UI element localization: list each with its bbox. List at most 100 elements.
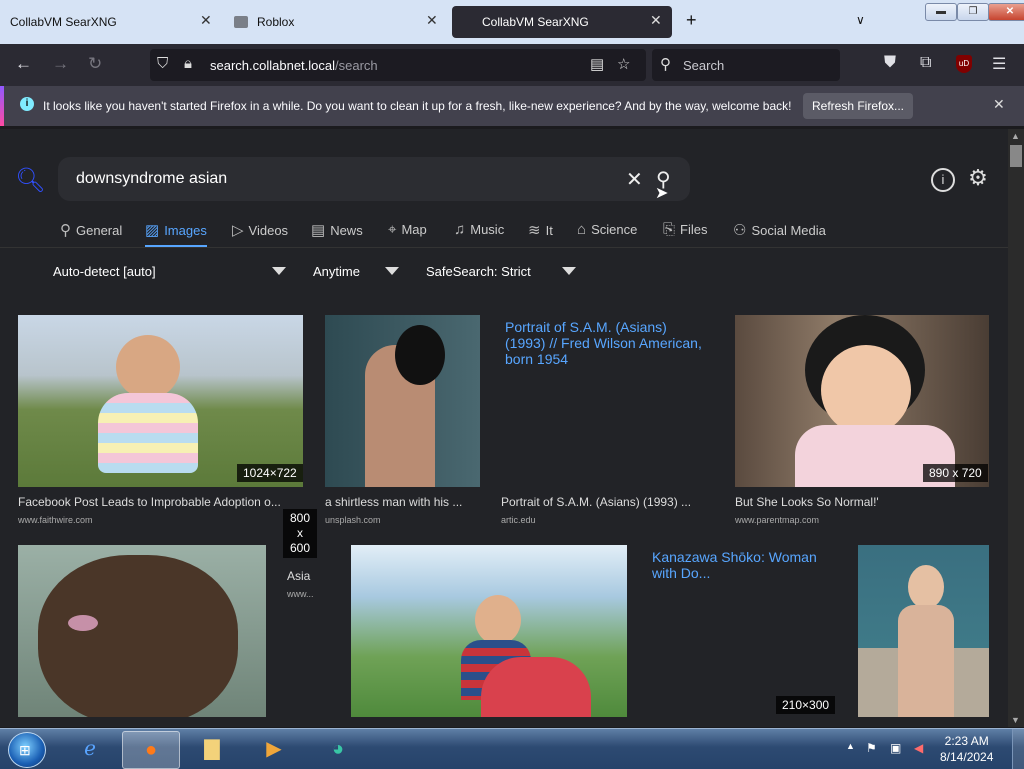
window-close-button[interactable]: ✕ [988, 3, 1024, 21]
tab-videos[interactable]: ▷ Videos [232, 221, 288, 239]
notification-close-icon[interactable]: ✕ [993, 96, 1005, 113]
tab-files[interactable]: ⎘ Files [663, 221, 707, 238]
tab-science[interactable]: ⌂ Science [577, 221, 637, 238]
search-icon: ⚲ [660, 56, 671, 73]
result-thumbnail-placeholder[interactable]: Kanazawa Shōko: Woman with Do... [648, 545, 838, 717]
result-title[interactable]: a shirtless man with his ... [325, 495, 485, 509]
lock-icon[interactable]: 🔒︎ [184, 55, 192, 72]
address-bar[interactable]: ⛉ 🔒︎ search.collabnet.local/search ▤ ☆ [150, 49, 646, 81]
notification-accent [0, 86, 4, 126]
result-title[interactable]: But She Looks So Normal!' [735, 495, 989, 509]
result-thumbnail[interactable] [735, 315, 989, 487]
clear-query-icon[interactable]: ✕ [626, 167, 643, 192]
bear-shape [38, 555, 238, 717]
volume-muted-icon[interactable]: ◀ [914, 741, 923, 755]
scroll-down-arrow-icon[interactable]: ▼ [1011, 715, 1020, 725]
bookmark-star-icon[interactable]: ☆ [617, 55, 630, 73]
scroll-up-arrow-icon[interactable]: ▲ [1011, 131, 1020, 141]
image-dimensions-badge: 800 x 600 [283, 509, 317, 558]
reload-icon[interactable]: ↻ [88, 54, 102, 74]
refresh-firefox-button[interactable]: Refresh Firefox... [803, 93, 913, 119]
action-center-flag-icon[interactable]: ⚑ [866, 741, 877, 755]
result-title[interactable]: Asia [287, 569, 327, 583]
result-thumbnail[interactable] [18, 545, 266, 717]
start-button[interactable]: ⊞ [8, 732, 46, 768]
tab-general[interactable]: ⚲ General [60, 221, 122, 239]
notification-message: It looks like you haven't started Firefo… [43, 99, 792, 113]
extensions-puzzle-icon[interactable]: ⧉ [920, 54, 931, 72]
image-dimensions-badge: 210×300 [776, 696, 836, 714]
tab-news[interactable]: ▤ News [311, 221, 363, 239]
search-placeholder: Search [683, 58, 725, 73]
tab-images[interactable]: ▨ Images [145, 221, 207, 247]
network-icon[interactable]: ▣ [890, 741, 901, 755]
result-title[interactable]: Facebook Post Leads to Improbable Adopti… [18, 495, 303, 509]
searxng-logo-magnifier-icon[interactable]: 🔍︎ [15, 166, 45, 195]
list-all-tabs-chevron-icon[interactable]: ∨ [856, 13, 865, 27]
language-chevron-down-icon[interactable] [272, 267, 286, 275]
result-title[interactable]: Portrait of S.A.M. (Asians) (1993) ... [501, 495, 715, 509]
firefox-icon[interactable]: ● [122, 731, 180, 769]
tab-searxng-active[interactable]: CollabVM SearXNG ✕ [452, 6, 672, 38]
result-url: www.parentmap.com [735, 515, 820, 525]
tab-close-icon[interactable]: ✕ [426, 12, 438, 29]
settings-gear-icon[interactable]: ⚙ [968, 167, 988, 189]
system-clock[interactable]: 2:23 AM 8/14/2024 [940, 733, 993, 765]
scrollbar-thumb[interactable] [1010, 145, 1022, 167]
tab-music[interactable]: ♫ Music [454, 221, 504, 238]
tab-map[interactable]: ⌖ Map [388, 221, 427, 238]
search-query-box[interactable]: downsyndrome asian ✕ ⚲ [58, 157, 690, 201]
window-minimize-button[interactable]: ▬ [925, 3, 957, 21]
category-label: General [76, 222, 123, 238]
navigation-toolbar: ← → ↻ ⛉ 🔒︎ search.collabnet.local/search… [0, 44, 1024, 86]
hamburger-menu-icon[interactable]: ☰ [992, 54, 1006, 74]
pocket-icon[interactable]: ⛊ [884, 54, 896, 72]
url-path: /search [335, 58, 378, 73]
tray-expand-icon[interactable]: ▲ [846, 741, 855, 751]
url-text[interactable]: search.collabnet.local/search [210, 58, 378, 73]
broken-image-alt-text[interactable]: Portrait of S.A.M. (Asians) (1993) // Fr… [505, 319, 711, 367]
windows-taskbar: ⊞ ℯ ● ▇ ▶ ◕ ▲ ⚑ ▣ ◀ 2:23 AM 8/14/2024 [0, 728, 1024, 769]
result-thumbnail[interactable] [858, 545, 989, 717]
tab-searxng-1[interactable]: CollabVM SearXNG ✕ [0, 6, 222, 38]
language-select[interactable]: Auto-detect [auto] [53, 264, 156, 279]
shield-icon[interactable]: ⛉ [157, 55, 168, 72]
new-tab-plus-icon[interactable]: + [686, 10, 697, 31]
tab-close-icon[interactable]: ✕ [650, 12, 662, 29]
layers-icon: ≋ [528, 222, 541, 239]
category-label: Files [680, 222, 708, 237]
result-thumbnail[interactable] [18, 315, 303, 487]
time-range-select[interactable]: Anytime [313, 264, 360, 279]
tab-roblox[interactable]: Roblox ✕ [226, 6, 446, 38]
media-player-icon[interactable]: ▶ [246, 731, 302, 767]
time-chevron-down-icon[interactable] [385, 267, 399, 275]
safesearch-chevron-down-icon[interactable] [562, 267, 576, 275]
file-box-icon: ⎘ [663, 221, 676, 238]
image-dimensions-badge: 1024×722 [237, 464, 303, 482]
striped-sweater-shape [98, 393, 198, 473]
result-thumbnail[interactable] [351, 545, 627, 717]
search-input[interactable]: downsyndrome asian [76, 170, 227, 188]
result-thumbnail-placeholder[interactable]: Portrait of S.A.M. (Asians) (1993) // Fr… [501, 315, 715, 487]
app-icon[interactable]: ◕ [310, 731, 366, 767]
browser-search-box[interactable]: ⚲ Search [652, 49, 840, 81]
internet-explorer-icon[interactable]: ℯ [62, 731, 118, 767]
page-scrollbar[interactable]: ▲ ▼ [1008, 129, 1024, 727]
reader-view-icon[interactable]: ▤ [590, 55, 604, 73]
back-arrow-icon[interactable]: ← [15, 54, 32, 74]
broken-image-alt-text[interactable]: Kanazawa Shōko: Woman with Do... [652, 549, 832, 581]
tab-social-media[interactable]: ⚇ Social Media [733, 221, 826, 239]
file-explorer-icon[interactable]: ▇ [184, 731, 240, 767]
safesearch-select[interactable]: SafeSearch: Strict [426, 264, 531, 279]
show-desktop-button[interactable] [1012, 729, 1024, 769]
image-dimensions-badge: 890 x 720 [923, 464, 988, 482]
forward-arrow-icon[interactable]: → [52, 54, 69, 74]
info-circle-icon[interactable]: i [931, 168, 955, 192]
tab-close-icon[interactable]: ✕ [200, 12, 212, 29]
result-thumbnail[interactable] [325, 315, 480, 487]
ublock-origin-icon[interactable]: uD [956, 55, 972, 73]
people-icon: ⚇ [733, 222, 747, 239]
window-restore-button[interactable]: ❐ [957, 3, 989, 21]
child-head-shape [116, 335, 180, 399]
tab-it[interactable]: ≋ It [528, 221, 553, 239]
